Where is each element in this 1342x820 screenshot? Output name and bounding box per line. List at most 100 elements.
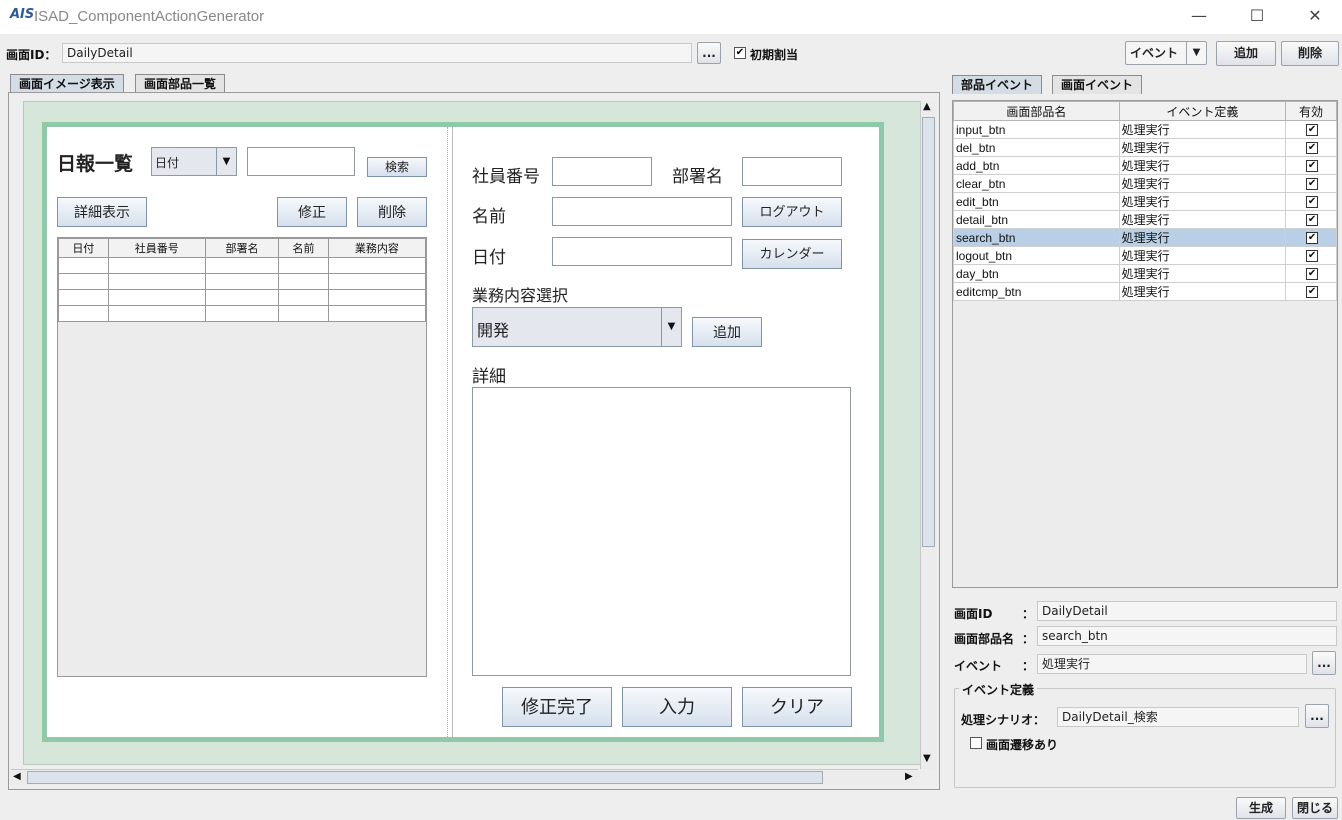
detail-view-button[interactable]: 詳細表示 <box>57 197 147 227</box>
maximize-icon[interactable]: ☐ <box>1234 0 1280 32</box>
chevron-down-icon: ▼ <box>661 308 681 346</box>
screen-transition-checkbox[interactable] <box>970 737 982 749</box>
browse-screen-button[interactable]: ... <box>697 42 721 64</box>
scroll-right-icon[interactable]: ▶ <box>905 771 913 782</box>
scroll-thumb[interactable] <box>922 117 935 547</box>
calendar-button[interactable]: カレンダー <box>742 239 842 269</box>
minimize-icon[interactable]: — <box>1176 0 1222 32</box>
department-input[interactable] <box>742 157 842 186</box>
chevron-down-icon: ▼ <box>1186 42 1206 64</box>
tab-screen-events[interactable]: 画面イベント <box>1052 75 1143 94</box>
daily-list-table: 日付 社員番号 部署名 名前 業務内容 <box>57 237 427 677</box>
screen-id-label: 画面ID： <box>6 48 57 62</box>
detail-event-field[interactable]: 処理実行 <box>1037 654 1307 674</box>
table-row[interactable] <box>58 289 427 306</box>
event-type-select[interactable]: イベント ▼ <box>1125 41 1207 65</box>
generate-button[interactable]: 生成 <box>1236 797 1286 819</box>
event-browse-button[interactable]: ... <box>1312 651 1336 675</box>
enabled-checkbox[interactable]: ✔ <box>1306 178 1319 191</box>
filter-select-value: 日付 <box>155 156 180 170</box>
work-select-label: 業務内容選択 <box>472 288 569 305</box>
enabled-checkbox[interactable]: ✔ <box>1306 124 1319 137</box>
table-row[interactable]: detail_btn 処理実行 ✔ <box>953 210 1337 229</box>
scroll-up-icon[interactable]: ▲ <box>923 101 931 112</box>
work-type-select[interactable]: 開発 ▼ <box>472 307 682 347</box>
horizontal-scrollbar[interactable]: ◀ ▶ <box>11 769 918 785</box>
enabled-checkbox[interactable]: ✔ <box>1306 160 1319 173</box>
screen-transition-label: 画面遷移あり <box>986 738 1059 752</box>
scroll-left-icon[interactable]: ◀ <box>13 771 21 782</box>
table-row[interactable]: add_btn 処理実行 ✔ <box>953 156 1337 175</box>
table-row[interactable] <box>58 257 427 274</box>
enabled-checkbox[interactable]: ✔ <box>1306 250 1319 263</box>
add-button[interactable]: 追加 <box>1216 41 1276 66</box>
delete-record-button[interactable]: 削除 <box>357 197 427 227</box>
colon-text: ： <box>1022 632 1035 646</box>
part-name-cell: clear_btn <box>953 174 1120 193</box>
enabled-checkbox[interactable]: ✔ <box>1306 232 1319 245</box>
event-definition-cell: 処理実行 <box>1118 264 1287 283</box>
tab-part-events[interactable]: 部品イベント <box>952 75 1043 94</box>
logout-button[interactable]: ログアウト <box>742 197 842 227</box>
employee-no-input[interactable] <box>552 157 652 186</box>
app-logo-icon: AIS <box>10 7 35 22</box>
table-header-row: 画面部品名 イベント定義 有効 <box>953 101 1337 121</box>
table-row[interactable] <box>58 273 427 290</box>
table-row[interactable] <box>58 305 427 322</box>
close-icon[interactable]: ✕ <box>1292 0 1338 32</box>
scroll-thumb[interactable] <box>27 771 823 784</box>
enabled-checkbox[interactable]: ✔ <box>1306 142 1319 155</box>
screen-preview-frame: 日報一覧 日付 ▼ 検索 詳細表示 修正 削除 日付 社員番号 部署名 名前 業… <box>42 122 884 742</box>
scroll-down-icon[interactable]: ▼ <box>923 753 931 764</box>
add-work-button[interactable]: 追加 <box>692 317 762 347</box>
table-row[interactable]: search_btn 処理実行 ✔ <box>953 228 1337 247</box>
enabled-checkbox[interactable]: ✔ <box>1306 196 1319 209</box>
event-definition-cell: 処理実行 <box>1118 120 1287 139</box>
table-row[interactable]: edit_btn 処理実行 ✔ <box>953 192 1337 211</box>
colon-text: ： <box>1022 659 1035 673</box>
table-row[interactable]: input_btn 処理実行 ✔ <box>953 120 1337 139</box>
enabled-cell: ✔ <box>1285 282 1337 301</box>
input-button[interactable]: 入力 <box>622 687 732 727</box>
close-button[interactable]: 閉じる <box>1292 797 1338 819</box>
name-label: 名前 <box>472 207 506 226</box>
event-definition-cell: 処理実行 <box>1118 156 1287 175</box>
enabled-cell: ✔ <box>1285 246 1337 265</box>
search-button[interactable]: 検索 <box>367 157 427 177</box>
detail-part-name-field[interactable]: search_btn <box>1037 626 1337 646</box>
delete-button[interactable]: 削除 <box>1281 41 1339 66</box>
clear-button[interactable]: クリア <box>742 687 852 727</box>
scenario-field[interactable]: DailyDetail_検索 <box>1057 707 1299 727</box>
edit-button[interactable]: 修正 <box>277 197 347 227</box>
tab-screen-parts[interactable]: 画面部品一覧 <box>135 74 226 93</box>
detail-screen-id-field[interactable]: DailyDetail <box>1037 601 1337 621</box>
table-row[interactable]: clear_btn 処理実行 ✔ <box>953 174 1337 193</box>
detail-event-label: イベント <box>954 659 1003 673</box>
work-type-value: 開発 <box>477 323 510 340</box>
event-definition-cell: 処理実行 <box>1118 174 1287 193</box>
date-input[interactable] <box>552 237 732 266</box>
table-row[interactable]: logout_btn 処理実行 ✔ <box>953 246 1337 265</box>
enabled-checkbox[interactable]: ✔ <box>1306 286 1319 299</box>
events-table: 画面部品名 イベント定義 有効 input_btn 処理実行 ✔ del_btn 処理実… <box>952 100 1338 588</box>
table-row[interactable]: del_btn 処理実行 ✔ <box>953 138 1337 157</box>
table-row[interactable]: editcmp_btn 処理実行 ✔ <box>953 282 1337 301</box>
vertical-scrollbar[interactable]: ▲ ▼ <box>920 101 936 769</box>
split-divider[interactable] <box>447 127 453 737</box>
app-window: AIS ISAD_ComponentActionGenerator — ☐ ✕ … <box>0 0 1342 820</box>
tab-screen-image[interactable]: 画面イメージ表示 <box>10 74 124 93</box>
detail-textarea[interactable] <box>472 387 851 676</box>
table-row[interactable]: day_btn 処理実行 ✔ <box>953 264 1337 283</box>
scenario-browse-button[interactable]: ... <box>1305 704 1329 728</box>
table-header: 画面部品名 <box>953 101 1120 121</box>
search-input[interactable] <box>247 147 355 176</box>
enabled-checkbox[interactable]: ✔ <box>1306 214 1319 227</box>
initial-assign-checkbox[interactable]: ✔ <box>734 47 746 59</box>
filter-select[interactable]: 日付 ▼ <box>151 147 237 176</box>
enabled-checkbox[interactable]: ✔ <box>1306 268 1319 281</box>
screen-id-field[interactable]: DailyDetail <box>62 43 692 63</box>
edit-complete-button[interactable]: 修正完了 <box>502 687 612 727</box>
table-header: 社員番号 <box>107 238 206 258</box>
name-input[interactable] <box>552 197 732 226</box>
enabled-cell: ✔ <box>1285 120 1337 139</box>
